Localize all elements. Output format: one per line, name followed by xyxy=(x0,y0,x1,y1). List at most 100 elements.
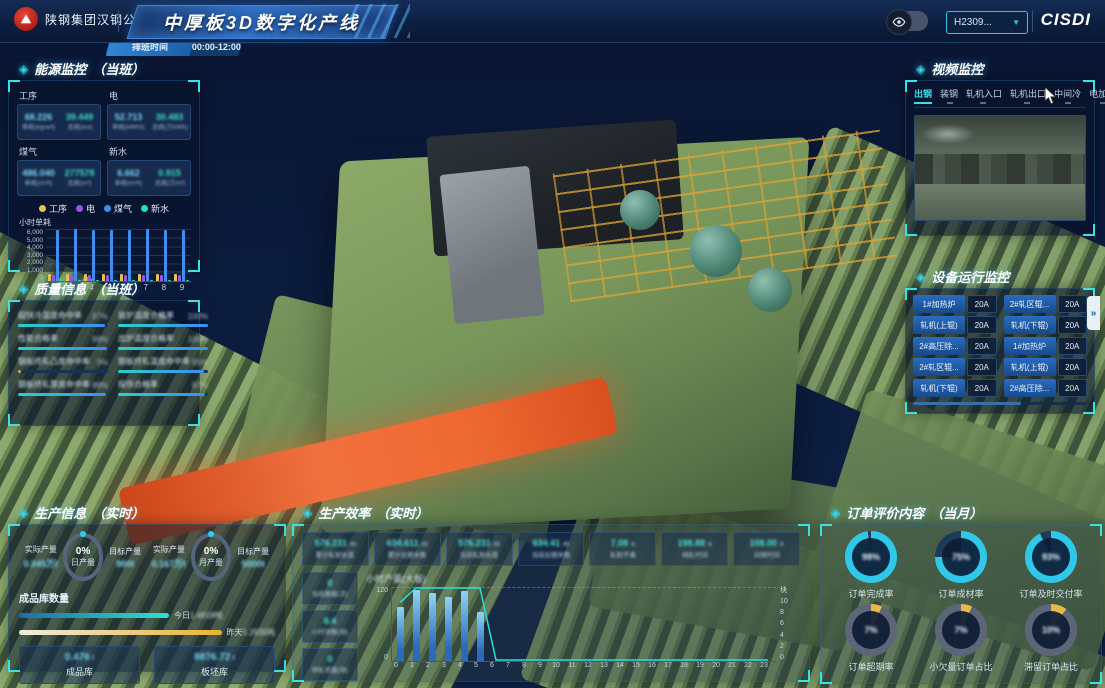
efficiency-stat: 634.611 m累计出钢米数 xyxy=(374,532,441,566)
production-stat: 目标产量900t xyxy=(103,546,147,569)
stock-card-unit: t xyxy=(92,655,94,662)
efficiency-box: 0当班换辊(次) xyxy=(302,572,358,605)
quality-bar xyxy=(18,393,106,396)
video-tab[interactable]: 轧机入口 xyxy=(966,87,1002,103)
bar-煤气 xyxy=(182,230,185,281)
video-tab[interactable]: 轧机出口 xyxy=(1010,87,1046,103)
energy-chart-label: 小时单耗 xyxy=(19,217,191,228)
legend-item: 煤气 xyxy=(104,202,132,215)
efficiency-stat: 576.231 m累计轧制长度 xyxy=(302,532,369,566)
video-tab[interactable]: 电加热 xyxy=(1089,87,1105,103)
teal-drum xyxy=(620,190,660,230)
order-donut-percent: 93% xyxy=(1042,552,1060,562)
video-machinery xyxy=(915,154,1085,184)
axis-tick: 13 xyxy=(596,662,612,669)
quality-label: 钢板终轧厚度命中率 xyxy=(18,379,90,390)
stock-section-title: 成品库数量 xyxy=(19,590,275,605)
axis-tick: 0 xyxy=(366,654,388,661)
legend-label: 新水 xyxy=(151,202,169,215)
equipment-scrollbar[interactable] xyxy=(913,402,1087,405)
energy-value: 486.040 xyxy=(22,168,55,178)
quality-value: 3% xyxy=(96,358,108,367)
energy-panel-title: ◈ 能源监控（当班） xyxy=(19,59,144,78)
bar-group xyxy=(84,230,99,281)
visibility-toggle[interactable] xyxy=(888,11,928,31)
order-donut-hole: 98% xyxy=(852,538,890,576)
energy-card: 6.662单耗(m³/t)0.915总耗(万m³) xyxy=(107,160,191,196)
order-donut: 93% xyxy=(1025,531,1077,583)
header-divider xyxy=(118,10,119,32)
production-stat-label: 实际产量 xyxy=(19,544,63,555)
energy-unit: 总耗(m³) xyxy=(67,179,91,188)
company-emblem-icon: ⛰ xyxy=(14,7,38,31)
video-panel-title: ◈ 视频监控 xyxy=(916,59,983,78)
axis-tick: 5,000 xyxy=(19,237,43,243)
legend-dot xyxy=(141,205,148,212)
axis-tick: 23 xyxy=(756,662,772,669)
order-donut-label: 滞留订单占比 xyxy=(1024,660,1078,673)
orders-panel: ◈ 订单评价内容（当月） 98%订单完成率75%订单成材率93%订单及时交付率7… xyxy=(820,524,1102,684)
video-monitor-panel: ◈ 视频监控 出钢装钢轧机入口轧机出口中间冷电加热 xyxy=(905,80,1095,236)
order-donut-hole: 7% xyxy=(852,611,890,649)
axis-tick: 10 xyxy=(780,598,800,605)
equipment-row: 1#加热炉20A xyxy=(913,295,997,313)
quality-bar-track xyxy=(118,347,208,350)
donut-marker xyxy=(208,531,214,537)
production-stat: 实际产量0.045万t xyxy=(19,544,63,570)
video-tab[interactable]: 装钢 xyxy=(940,87,958,103)
video-feed[interactable] xyxy=(914,115,1086,221)
axis-tick: 20 xyxy=(708,662,724,669)
quality-item: 性能合格率 99% xyxy=(18,333,108,350)
efficiency-stat-unit: s xyxy=(629,541,635,548)
axis-tick: 19 xyxy=(692,662,708,669)
quality-bar xyxy=(118,347,208,350)
quality-label: 性能合格率 xyxy=(18,333,58,344)
equipment-grid: 1#加热炉20A2#轧区辊...20A轧机(上辊)20A轧机(下辊)20A2#高… xyxy=(913,295,1087,397)
quality-bar-track xyxy=(118,370,208,373)
efficiency-box: 8.4小时块数(块) xyxy=(302,610,358,643)
video-light-glow xyxy=(921,124,975,144)
axis-tick: 3,000 xyxy=(19,252,43,258)
quality-item: 钢板终轧温度命中率95% xyxy=(118,356,208,373)
axis-tick: 12 xyxy=(580,662,596,669)
legend-item: 新水 xyxy=(141,202,169,215)
energy-value: 277578 xyxy=(64,168,94,178)
quality-item-grid: 超快冷温度命中率97%装炉温度合格率100%性能合格率99%出炉温度合格率100… xyxy=(18,310,190,396)
order-donut-label: 订单完成率 xyxy=(848,587,893,600)
panel-expander-button[interactable]: » xyxy=(1087,296,1100,330)
mouse-cursor xyxy=(1044,86,1059,111)
energy-unit: 总耗(tce) xyxy=(67,123,92,132)
hourly-output-chart: 小时产量(大板) 1200 块1086420 01234567891011121… xyxy=(366,572,800,681)
energy-y-axis: 6,0005,0004,0003,0002,0001,0000 xyxy=(17,229,46,281)
quality-item-row: 钢板终轧凸度命中率3% xyxy=(18,356,108,367)
hourly-output-chart-title: 小时产量(大板) xyxy=(366,572,800,585)
equipment-monitor-panel: ◈ 设备运行监控 1#加热炉20A2#轧区辊...20A轧机(上辊)20A轧机(… xyxy=(905,288,1095,414)
bar-工序 xyxy=(174,274,177,281)
axis-tick: 14 xyxy=(612,662,628,669)
stock-bar-value: 5.2935吨 xyxy=(243,628,275,637)
donut-label: 日产量 xyxy=(71,557,95,568)
efficiency-stat-unit: s xyxy=(778,541,784,548)
production-donut: 0%日产量 xyxy=(63,533,103,581)
quality-label: 装炉温度合格率 xyxy=(118,310,174,321)
efficiency-box: 0待轧坯量(块) xyxy=(302,648,358,681)
quality-bar xyxy=(118,393,205,396)
donut-percent: 0% xyxy=(204,546,218,557)
video-tab[interactable]: 出钢 xyxy=(914,87,932,103)
efficiency-stat-row: 576.231 m累计轧制长度634.611 m累计出钢米数576.231 m当… xyxy=(302,532,800,566)
equipment-row: 轧机(下辊)20A xyxy=(913,379,997,397)
efficiency-stat-value: 576.231 m xyxy=(315,538,357,548)
scene-select-dropdown[interactable]: H2309... ▼ xyxy=(946,11,1028,34)
diamond-icon: ◈ xyxy=(303,506,312,520)
title-streaks-decoration xyxy=(350,4,410,38)
quality-item-row: 性能合格率 99% xyxy=(18,333,108,344)
equipment-row: 2#高压除...20A xyxy=(1004,379,1088,397)
axis-tick: 2 xyxy=(420,662,436,669)
eye-icon xyxy=(886,9,912,35)
efficiency-stat-unit: m xyxy=(420,541,428,548)
quality-value: 99% xyxy=(92,335,108,344)
energy-metric: 6.662单耗(m³/t) xyxy=(108,161,149,195)
bar-煤气 xyxy=(128,230,131,281)
energy-unit: 单耗(m³/t) xyxy=(115,179,143,188)
stock-card-label: 成品库 xyxy=(66,665,93,678)
